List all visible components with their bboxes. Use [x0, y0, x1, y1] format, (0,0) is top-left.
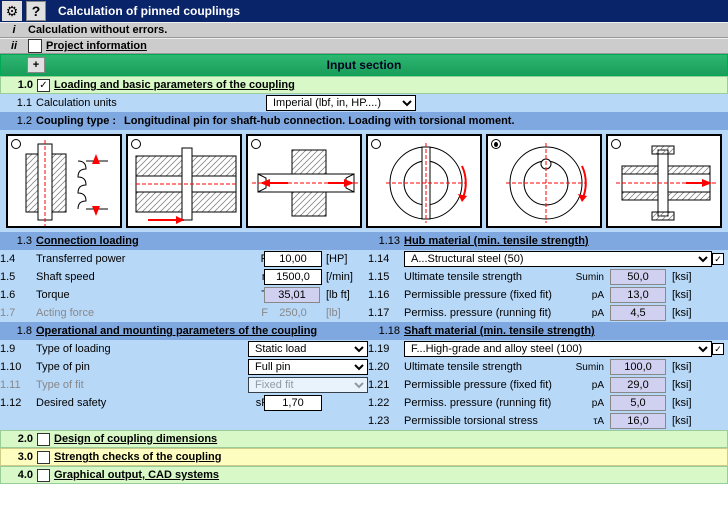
hub-material-select[interactable]: A...Structural steel (50): [404, 251, 712, 267]
row-1-1: 1.1 Calculation units Imperial (lbf, in,…: [0, 94, 728, 112]
type-pin-label: Type of pin: [36, 361, 248, 373]
conn-loading-label[interactable]: Connection loading: [36, 235, 139, 247]
sec4-checkbox[interactable]: [37, 469, 50, 482]
sec3-title[interactable]: Strength checks of the coupling: [54, 451, 221, 463]
sec2-checkbox[interactable]: [37, 433, 50, 446]
shaft-check[interactable]: ✓: [712, 343, 724, 355]
type-fit-label: Type of fit: [36, 379, 248, 391]
project-info-checkbox[interactable]: [28, 39, 42, 53]
hub-material-label[interactable]: Hub material (min. tensile strength): [404, 235, 589, 247]
sec2-title[interactable]: Design of coupling dimensions: [54, 433, 217, 445]
transferred-power-label: Transferred power: [36, 253, 234, 265]
shaft-speed-input[interactable]: [264, 269, 322, 285]
status-text-ii[interactable]: Project information: [46, 40, 147, 52]
sec4-title[interactable]: Graphical output, CAD systems: [54, 469, 219, 481]
desired-safety-label: Desired safety: [36, 397, 234, 409]
input-section-label: Input section: [1, 58, 727, 72]
help-icon[interactable]: ?: [26, 1, 46, 21]
status-row-i: i Calculation without errors.: [0, 22, 728, 38]
hub-pp-run-label: Permiss. pressure (running fit): [404, 307, 570, 319]
app-title: Calculation of pinned couplings: [58, 4, 240, 18]
shaft-uts-label: Ultimate tensile strength: [404, 361, 570, 373]
type-pin-select[interactable]: Full pin: [248, 359, 368, 375]
sec3-checkbox[interactable]: [37, 451, 50, 464]
desired-safety-input[interactable]: [264, 395, 322, 411]
status-num-i: i: [0, 24, 28, 36]
shaft-material-select[interactable]: F...High-grade and alloy steel (100): [404, 341, 712, 357]
type-loading-select[interactable]: Static load: [248, 341, 368, 357]
sec1-checkbox[interactable]: ✓: [37, 79, 50, 92]
coupling-type-label: Coupling type :: [36, 115, 116, 127]
status-row-ii: ii Project information: [0, 38, 728, 54]
torque-label: Torque: [36, 289, 234, 301]
diagram-4[interactable]: [366, 134, 482, 228]
hub-uts-label: Ultimate tensile strength: [404, 271, 570, 283]
shaft-speed-label: Shaft speed: [36, 271, 234, 283]
diagram-5[interactable]: [486, 134, 602, 228]
diagram-2[interactable]: [126, 134, 242, 228]
transferred-power-input[interactable]: [264, 251, 322, 267]
acting-force-label: Acting force: [36, 307, 234, 319]
torque-output: 35,01: [264, 287, 320, 303]
app-icon[interactable]: ⚙: [2, 1, 22, 21]
section-1: 1.0 ✓ Loading and basic parameters of th…: [0, 76, 728, 94]
input-section-bar: + Input section: [0, 54, 728, 76]
coupling-type-text: Longitudinal pin for shaft-hub connectio…: [124, 115, 514, 127]
diagram-1[interactable]: [6, 134, 122, 228]
diagram-row: [0, 130, 728, 232]
section-3: 3.0 Strength checks of the coupling: [0, 448, 728, 466]
title-bar: ⚙ ? Calculation of pinned couplings: [0, 0, 728, 22]
sec1-num: 1.0: [1, 79, 37, 91]
type-loading-label: Type of loading: [36, 343, 248, 355]
calc-units-select[interactable]: Imperial (lbf, in, HP....): [266, 95, 416, 111]
section-2: 2.0 Design of coupling dimensions: [0, 430, 728, 448]
section-4: 4.0 Graphical output, CAD systems: [0, 466, 728, 484]
diagram-3[interactable]: [246, 134, 362, 228]
diagram-6[interactable]: [606, 134, 722, 228]
hub-pp-fixed-label: Permissible pressure (fixed fit): [404, 289, 570, 301]
shaft-pp-run-label: Permiss. pressure (running fit): [404, 397, 570, 409]
calc-units-label: Calculation units: [36, 97, 266, 109]
op-params-label[interactable]: Operational and mounting parameters of t…: [36, 325, 317, 337]
status-text-i: Calculation without errors.: [28, 24, 167, 36]
type-fit-select[interactable]: Fixed fit: [248, 377, 368, 393]
row-1-2: 1.2 Coupling type : Longitudinal pin for…: [0, 112, 728, 130]
shaft-pp-fixed-label: Permissible pressure (fixed fit): [404, 379, 570, 391]
shaft-tors-label: Permissible torsional stress: [404, 415, 570, 427]
shaft-material-label[interactable]: Shaft material (min. tensile strength): [404, 325, 595, 337]
sec1-title[interactable]: Loading and basic parameters of the coup…: [54, 79, 295, 91]
status-num-ii: ii: [0, 40, 28, 52]
hub-check[interactable]: ✓: [712, 253, 724, 265]
